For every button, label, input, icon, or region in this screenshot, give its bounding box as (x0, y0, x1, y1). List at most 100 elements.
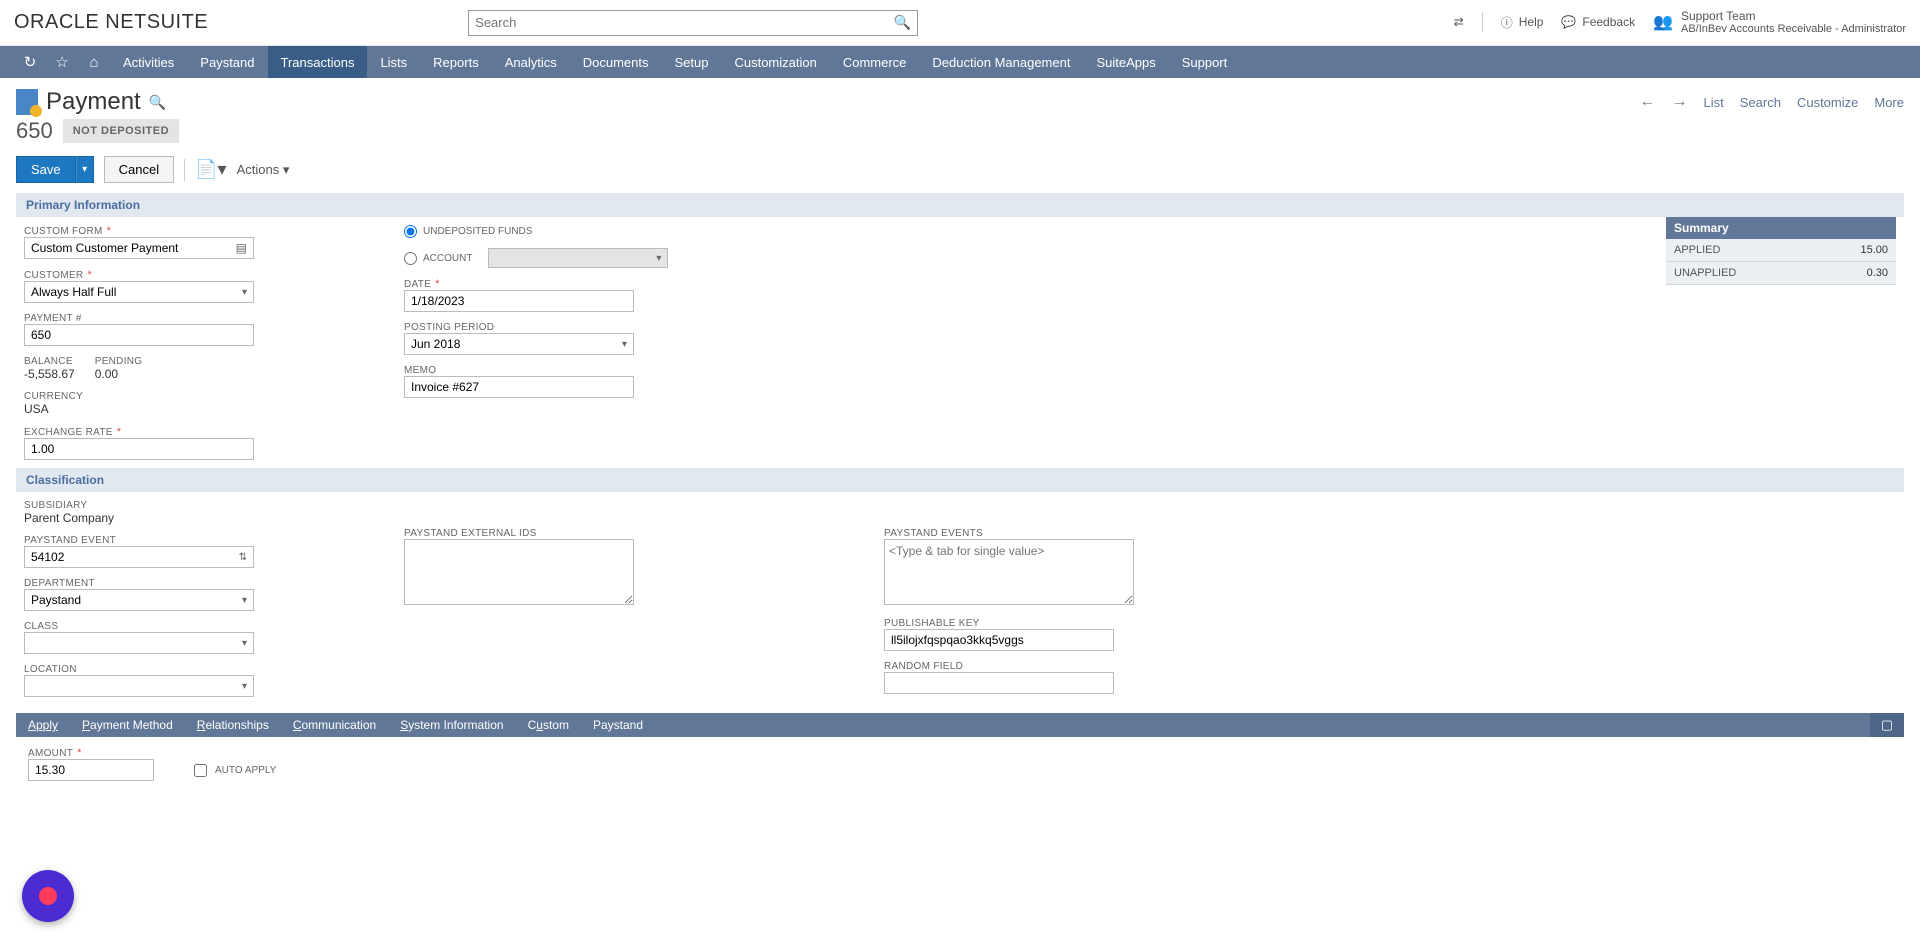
paystand-events-label: PAYSTAND EVENTS (884, 528, 1224, 539)
summary-unapplied: UNAPPLIED 0.30 (1666, 262, 1896, 285)
pending-label: PENDING (95, 356, 143, 367)
nav-support[interactable]: Support (1169, 46, 1241, 78)
memo-label: MEMO (404, 365, 844, 376)
tabs-expand-icon[interactable]: ▢ (1870, 713, 1904, 737)
shortcuts-icon[interactable]: ⇄ (1454, 15, 1464, 29)
header-actions: ← → List Search Customize More (1640, 93, 1904, 111)
nav-activities[interactable]: Activities (110, 46, 187, 78)
list-icon[interactable]: ▤ (236, 241, 247, 255)
list-link[interactable]: List (1704, 95, 1724, 110)
favorites-icon[interactable]: ☆ (46, 46, 78, 78)
memo-input[interactable] (404, 376, 634, 398)
cancel-button[interactable]: Cancel (104, 156, 174, 183)
chevron-down-icon[interactable]: ▾ (242, 638, 247, 649)
subsidiary-value: Parent Company (24, 511, 364, 525)
paystand-event-select[interactable]: ⇅ (24, 546, 254, 568)
page-header: Payment 🔍 ← → List Search Customize More (0, 78, 1920, 116)
chevron-down-icon[interactable]: ▾ (622, 339, 627, 350)
account-radio[interactable] (404, 252, 417, 265)
posting-period-select[interactable]: ▾ (404, 333, 634, 355)
home-icon[interactable]: ⌂ (78, 46, 110, 78)
save-dropdown-button[interactable]: ▾ (76, 156, 94, 183)
user-icon: 👥 (1653, 12, 1673, 32)
top-bar: ORACLENETSUITE 🔍 ⇄ ⓘHelp 💬Feedback 👥 Sup… (0, 0, 1920, 46)
publishable-key-input[interactable] (884, 629, 1114, 651)
recent-icon[interactable]: ↻ (14, 46, 46, 78)
user-role: AB/InBev Accounts Receivable - Administr… (1681, 23, 1906, 36)
exchange-rate-input[interactable] (24, 438, 254, 460)
tab-payment-method[interactable]: Payment Method (70, 713, 185, 737)
chevron-down-icon[interactable]: ▾ (242, 595, 247, 606)
user-menu[interactable]: 👥 Support Team AB/InBev Accounts Receiva… (1653, 9, 1906, 37)
customer-select[interactable]: ▾ (24, 281, 254, 303)
page-title: Payment (46, 88, 141, 116)
class-select[interactable]: ▾ (24, 632, 254, 654)
balance-value: -5,558.67 (24, 367, 75, 381)
nav-analytics[interactable]: Analytics (492, 46, 570, 78)
account-radio-row[interactable]: ACCOUNT ▾ (404, 248, 844, 268)
auto-apply-row[interactable]: AUTO APPLY (194, 764, 276, 777)
department-select[interactable]: ▾ (24, 589, 254, 611)
nav-suiteapps[interactable]: SuiteApps (1083, 46, 1168, 78)
customer-label: CUSTOMER* (24, 269, 364, 281)
save-button[interactable]: Save (16, 156, 76, 183)
auto-apply-checkbox[interactable] (194, 764, 207, 777)
payment-no-input[interactable] (24, 324, 254, 346)
section-primary-info: Primary Information (16, 193, 1904, 217)
department-label: DEPARTMENT (24, 578, 364, 589)
nav-documents[interactable]: Documents (570, 46, 662, 78)
location-select[interactable]: ▾ (24, 675, 254, 697)
nav-transactions[interactable]: Transactions (268, 46, 368, 78)
undeposited-radio[interactable] (404, 225, 417, 238)
tab-apply[interactable]: Apply (16, 713, 70, 737)
divider (1482, 12, 1483, 32)
paystand-ext-ids-textarea[interactable] (404, 539, 634, 605)
custom-form-select[interactable]: ▤ (24, 237, 254, 259)
classification-form: SUBSIDIARY Parent Company PAYSTAND EVENT… (0, 492, 1920, 705)
nav-paystand[interactable]: Paystand (187, 46, 267, 78)
actions-menu[interactable]: Actions ▾ (237, 162, 290, 178)
summary-title: Summary (1666, 217, 1896, 239)
search-input[interactable] (475, 15, 894, 30)
help-link[interactable]: ⓘHelp (1501, 14, 1544, 31)
search-icon[interactable]: 🔍 (894, 14, 911, 31)
prev-record-arrow[interactable]: ← (1640, 93, 1656, 111)
amount-label: AMOUNT* (28, 747, 154, 759)
payment-amount-input[interactable] (28, 759, 154, 781)
nav-customization[interactable]: Customization (721, 46, 829, 78)
record-icon (39, 887, 57, 905)
page-search-icon[interactable]: 🔍 (149, 94, 166, 111)
paystand-events-textarea[interactable] (884, 539, 1134, 605)
chevron-down-icon[interactable]: ▾ (242, 681, 247, 692)
date-input[interactable] (404, 290, 634, 312)
updown-icon[interactable]: ⇅ (239, 552, 247, 563)
nav-setup[interactable]: Setup (661, 46, 721, 78)
undeposited-radio-row[interactable]: UNDEPOSITED FUNDS (404, 225, 844, 238)
random-field-input[interactable] (884, 672, 1114, 694)
nav-reports[interactable]: Reports (420, 46, 492, 78)
tab-custom[interactable]: Custom (516, 713, 581, 737)
custom-form-label: CUSTOM FORM* (24, 225, 364, 237)
next-record-arrow[interactable]: → (1672, 93, 1688, 111)
balance-label: BALANCE (24, 356, 75, 367)
tab-paystand[interactable]: Paystand (581, 713, 655, 737)
feedback-link[interactable]: 💬Feedback (1561, 15, 1635, 29)
tab-relationships[interactable]: Relationships (185, 713, 281, 737)
nav-commerce[interactable]: Commerce (830, 46, 920, 78)
global-search[interactable]: 🔍 (468, 10, 918, 36)
search-link[interactable]: Search (1740, 95, 1781, 110)
tab-communication[interactable]: Communication (281, 713, 388, 737)
record-button[interactable] (22, 870, 74, 922)
account-select[interactable]: ▾ (488, 248, 668, 268)
customize-link[interactable]: Customize (1797, 95, 1858, 110)
summary-applied: APPLIED 15.00 (1666, 239, 1896, 262)
tab-system-info[interactable]: System Information (388, 713, 515, 737)
shortcuts-button[interactable]: 📄▾ (195, 159, 226, 180)
section-classification: Classification (16, 468, 1904, 492)
more-link[interactable]: More (1874, 95, 1904, 110)
record-type-icon (16, 89, 38, 115)
nav-deduction[interactable]: Deduction Management (919, 46, 1083, 78)
chevron-down-icon[interactable]: ▾ (242, 287, 247, 298)
nav-lists[interactable]: Lists (367, 46, 420, 78)
user-team: Support Team (1681, 9, 1906, 23)
